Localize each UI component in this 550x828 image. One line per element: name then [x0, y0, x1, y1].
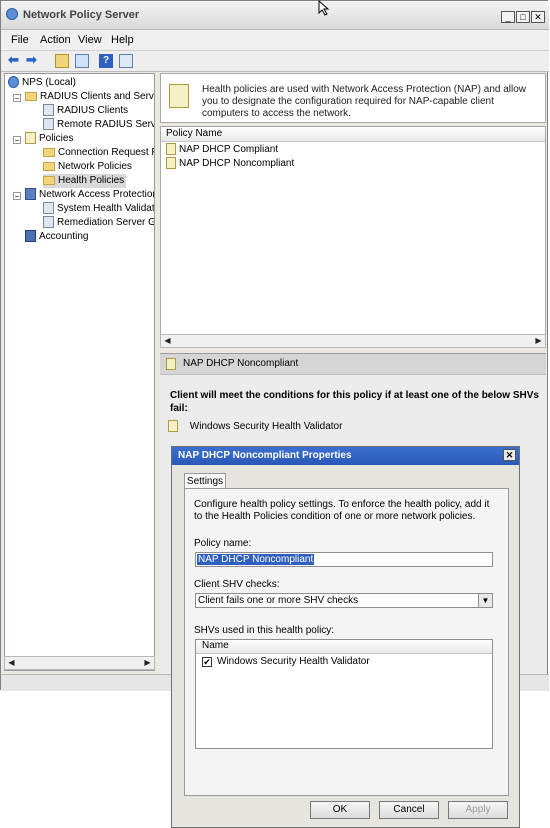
list-item[interactable]: NAP DHCP Compliant [166, 143, 278, 157]
tree-item-remote-radius[interactable]: Remote RADIUS Server [43, 118, 154, 132]
app-icon [6, 8, 18, 20]
show-hide-tree-icon[interactable] [75, 54, 89, 68]
column-header-name[interactable]: Name [196, 640, 492, 654]
dialog-close-button[interactable]: ✕ [503, 449, 516, 461]
title-bar[interactable]: Network Policy Server _ □ ✕ [1, 1, 549, 30]
tree-item-system-health-validators[interactable]: System Health Validato [43, 202, 154, 216]
server-icon [43, 104, 54, 117]
folder-icon [43, 147, 55, 157]
properties-icon[interactable] [119, 54, 133, 68]
menu-view[interactable]: View [78, 34, 102, 46]
collapse-icon[interactable]: − [13, 94, 21, 103]
description-text: Health policies are used with Network Ac… [202, 84, 527, 119]
toolbar: ⬅ ➡ ? [1, 51, 549, 72]
policy-name-label: Policy name: [194, 538, 252, 549]
scroll-right-icon[interactable]: ▶ [142, 658, 153, 668]
shv-list: Name ✔ Windows Security Health Validator [195, 639, 493, 749]
folder-icon [25, 91, 37, 101]
intro-text: Configure health policy settings. To enf… [194, 499, 490, 522]
client-shv-checks-select[interactable]: Client fails one or more SHV checks ▼ [195, 593, 493, 608]
folder-open-icon [43, 175, 55, 185]
client-shv-checks-label: Client SHV checks: [194, 579, 280, 590]
forward-arrow-icon[interactable]: ➡ [26, 53, 40, 68]
column-header-policy-name[interactable]: Policy Name [161, 127, 545, 142]
ok-button[interactable]: OK [310, 801, 370, 819]
nap-icon [25, 188, 36, 201]
console-tree: NPS (Local) − RADIUS Clients and Server … [4, 73, 155, 671]
scroll-left-icon[interactable]: ◀ [162, 336, 173, 346]
cancel-button[interactable]: Cancel [379, 801, 439, 819]
policy-icon [166, 143, 176, 156]
help-icon[interactable]: ? [99, 54, 113, 68]
tab-settings[interactable]: Settings [184, 473, 226, 489]
collapse-icon[interactable]: − [13, 136, 21, 145]
health-policy-icon [169, 84, 189, 108]
validator-icon [43, 202, 54, 215]
tree-item-connection-request[interactable]: Connection Request Po [43, 146, 154, 160]
description-panel: Health policies are used with Network Ac… [160, 73, 546, 123]
properties-dialog: NAP DHCP Noncompliant Properties ✕ Setti… [171, 446, 520, 828]
tree-item-network-policies[interactable]: Network Policies [43, 160, 132, 174]
details-title: NAP DHCP Noncompliant [183, 358, 299, 369]
shv-item-label: Windows Security Health Validator [217, 656, 370, 667]
apply-button[interactable]: Apply [448, 801, 508, 819]
menu-action[interactable]: Action [40, 34, 71, 46]
up-folder-icon[interactable] [55, 54, 69, 68]
tree-item-nps-local[interactable]: NPS (Local) [8, 76, 76, 90]
tree-item-remediation-server-groups[interactable]: Remediation Server Gro [43, 216, 154, 230]
tree-item-network-access-protection[interactable]: Network Access Protection [25, 188, 154, 202]
dialog-title: NAP DHCP Noncompliant Properties [178, 450, 352, 461]
mouse-cursor-icon [318, 0, 330, 16]
folder-icon [43, 161, 55, 171]
window-title: Network Policy Server [23, 9, 140, 21]
list-horizontal-scrollbar[interactable]: ◀ ▶ [160, 334, 546, 348]
nps-icon [8, 76, 19, 89]
tree-item-health-policies[interactable]: Health Policies [43, 174, 127, 188]
menu-file[interactable]: File [11, 34, 29, 46]
close-button[interactable]: ✕ [531, 11, 545, 23]
scroll-left-icon[interactable]: ◀ [6, 658, 17, 668]
tree-item-accounting[interactable]: Accounting [25, 230, 88, 244]
menu-bar: File Action View Help [1, 30, 549, 51]
condition-text: Client will meet the conditions for this… [170, 390, 539, 414]
maximize-button[interactable]: □ [516, 11, 530, 23]
chevron-down-icon[interactable]: ▼ [478, 594, 492, 607]
policies-icon [25, 132, 36, 145]
policy-icon [166, 157, 176, 170]
shv-entry: Windows Security Health Validator [168, 420, 342, 432]
policy-name-field[interactable]: NAP DHCP Noncompliant [195, 552, 493, 567]
menu-help[interactable]: Help [111, 34, 134, 46]
settings-panel: Configure health policy settings. To enf… [184, 488, 509, 796]
tree-item-radius-clients-servers[interactable]: RADIUS Clients and Server [25, 90, 154, 104]
accounting-icon [25, 230, 36, 243]
tree-item-radius-clients[interactable]: RADIUS Clients [43, 104, 128, 118]
list-item[interactable]: NAP DHCP Noncompliant [166, 157, 294, 171]
scroll-right-icon[interactable]: ▶ [533, 336, 544, 346]
back-arrow-icon[interactable]: ⬅ [8, 53, 22, 68]
minimize-button[interactable]: _ [501, 11, 515, 23]
server-icon [43, 118, 54, 131]
collapse-icon[interactable]: − [13, 192, 21, 201]
policy-list: Policy Name NAP DHCP Compliant NAP DHCP … [160, 126, 546, 348]
policy-icon [166, 358, 176, 370]
tree-horizontal-scrollbar[interactable]: ◀ ▶ [4, 656, 155, 670]
validator-icon [168, 420, 178, 432]
tree-item-policies[interactable]: Policies [25, 132, 73, 146]
remediation-icon [43, 216, 54, 229]
shvs-used-label: SHVs used in this health policy: [194, 625, 335, 636]
details-header: NAP DHCP Noncompliant [160, 353, 546, 375]
dialog-title-bar[interactable]: NAP DHCP Noncompliant Properties ✕ [172, 447, 519, 465]
shv-checkbox[interactable]: ✔ [202, 657, 212, 667]
